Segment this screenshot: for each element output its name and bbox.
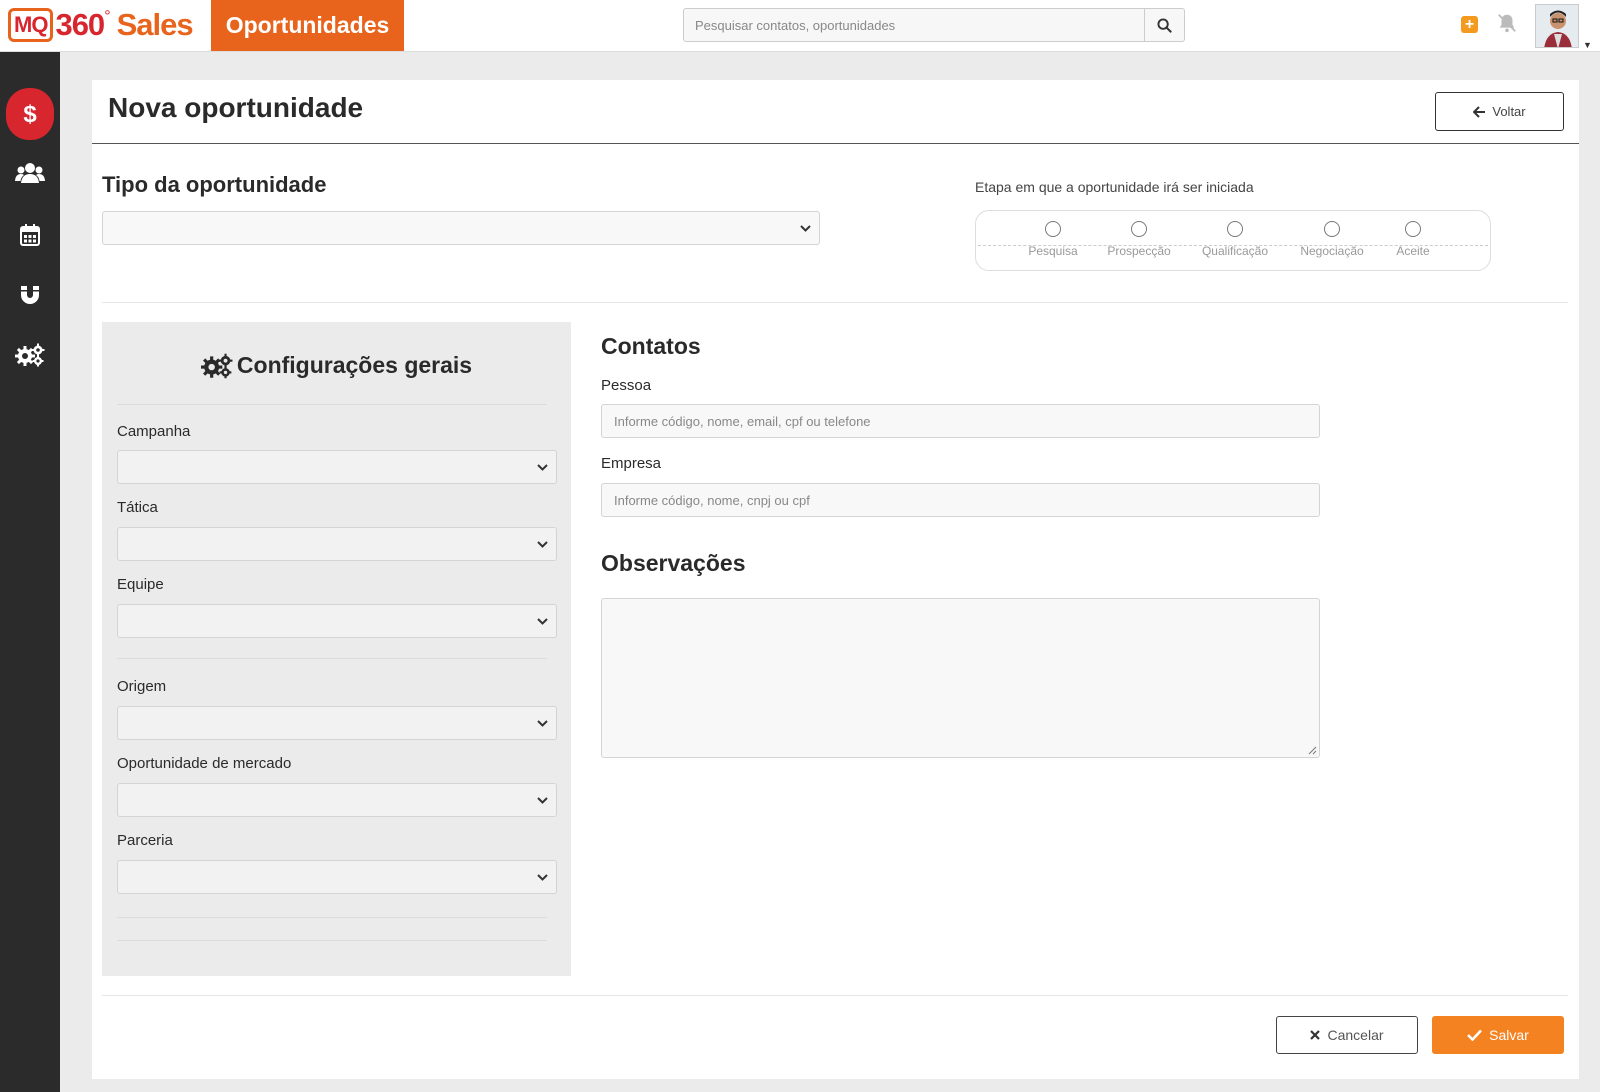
stage-radio[interactable] bbox=[1324, 221, 1340, 237]
svg-text:$: $ bbox=[23, 101, 37, 128]
global-search bbox=[683, 8, 1185, 42]
stage-label: Negociação bbox=[1300, 244, 1364, 258]
stage-radio[interactable] bbox=[1131, 221, 1147, 237]
dollar-icon: $ bbox=[23, 101, 37, 128]
stage-label: Pesquisa bbox=[1028, 244, 1078, 258]
logo-sales: Sales bbox=[116, 7, 194, 42]
observacoes-textarea[interactable] bbox=[601, 598, 1320, 758]
tipo-label: Tipo da oportunidade bbox=[102, 172, 327, 197]
gears-icon bbox=[200, 353, 233, 378]
logo-360: 360 bbox=[55, 7, 105, 42]
back-button[interactable]: Voltar bbox=[1435, 92, 1564, 131]
main-panel: Nova oportunidade Voltar Tipo da oportun… bbox=[92, 80, 1579, 1079]
stage-prospeccao[interactable]: Prospecção bbox=[1094, 221, 1184, 258]
contatos-title: Contatos bbox=[601, 333, 701, 359]
back-button-label: Voltar bbox=[1492, 104, 1526, 119]
config-divider bbox=[117, 917, 547, 918]
avatar[interactable] bbox=[1535, 4, 1579, 48]
config-divider bbox=[117, 940, 547, 941]
logo-mq: MQ bbox=[8, 8, 54, 42]
users-icon bbox=[15, 163, 45, 183]
close-icon bbox=[1310, 1030, 1321, 1040]
footer-divider bbox=[102, 995, 1568, 996]
sidebar-item-configuracoes[interactable] bbox=[7, 332, 53, 378]
equipe-select[interactable] bbox=[117, 604, 557, 638]
cancel-button-label: Cancelar bbox=[1327, 1027, 1384, 1043]
sidebar-item-oportunidades[interactable]: $ bbox=[6, 88, 54, 140]
origem-label: Origem bbox=[117, 678, 167, 695]
pessoa-label: Pessoa bbox=[601, 377, 652, 394]
sidebar: $ bbox=[0, 52, 60, 1092]
stage-radio[interactable] bbox=[1227, 221, 1243, 237]
tatica-label: Tática bbox=[117, 499, 158, 516]
search-input[interactable] bbox=[684, 9, 1144, 41]
parceria-select[interactable] bbox=[117, 860, 557, 894]
empresa-label: Empresa bbox=[601, 455, 662, 472]
etapa-label: Etapa em que a oportunidade irá ser inic… bbox=[975, 179, 1254, 195]
calendar-icon bbox=[20, 224, 40, 246]
sidebar-item-captacao[interactable] bbox=[7, 272, 53, 318]
chevron-down-icon bbox=[537, 797, 548, 804]
stage-pesquisa[interactable]: Pesquisa bbox=[1008, 221, 1098, 258]
tipo-select[interactable] bbox=[102, 211, 820, 245]
config-title: Configurações gerais bbox=[102, 352, 571, 379]
page-title: Nova oportunidade bbox=[108, 92, 364, 123]
stage-negociacao[interactable]: Negociação bbox=[1287, 221, 1377, 258]
stage-label: Aceite bbox=[1396, 244, 1430, 258]
chevron-down-icon[interactable]: ▼ bbox=[1583, 40, 1592, 50]
chevron-down-icon bbox=[537, 874, 548, 881]
stage-qualificacao[interactable]: Qualificação bbox=[1190, 221, 1280, 258]
save-button-label: Salvar bbox=[1489, 1027, 1529, 1043]
config-divider bbox=[117, 658, 547, 659]
app-logo[interactable]: MQ 360 ° Sales bbox=[8, 6, 194, 44]
config-divider bbox=[117, 404, 547, 405]
add-new-icon[interactable]: + bbox=[1461, 16, 1478, 33]
top-bar: MQ 360 ° Sales Oportunidades + ▼ bbox=[0, 0, 1600, 52]
equipe-label: Equipe bbox=[117, 576, 164, 593]
search-button[interactable] bbox=[1144, 9, 1184, 41]
chevron-down-icon bbox=[800, 225, 811, 232]
sidebar-item-contatos[interactable] bbox=[7, 150, 53, 196]
notifications-off-icon[interactable] bbox=[1496, 12, 1518, 39]
logo-degree: ° bbox=[104, 8, 111, 25]
magnet-icon bbox=[21, 286, 39, 304]
config-title-text: Configurações gerais bbox=[236, 352, 473, 378]
oportunidade-mercado-select[interactable] bbox=[117, 783, 557, 817]
etapa-stepper: Pesquisa Prospecção Qualificação Negocia… bbox=[975, 210, 1491, 271]
oportunidade-mercado-label: Oportunidade de mercado bbox=[117, 755, 292, 772]
origem-select[interactable] bbox=[117, 706, 557, 740]
parceria-label: Parceria bbox=[117, 832, 173, 849]
sidebar-item-agenda[interactable] bbox=[7, 212, 53, 258]
stage-radio[interactable] bbox=[1045, 221, 1061, 237]
pessoa-input[interactable] bbox=[601, 404, 1320, 438]
user-avatar-icon bbox=[1536, 5, 1578, 47]
chevron-down-icon bbox=[537, 618, 548, 625]
config-panel: Configurações gerais Campanha Tática Equ… bbox=[102, 322, 571, 976]
search-icon bbox=[1157, 17, 1172, 33]
observacoes-title: Observações bbox=[601, 550, 746, 576]
empresa-input[interactable] bbox=[601, 483, 1320, 517]
section-divider bbox=[102, 302, 1568, 303]
campanha-label: Campanha bbox=[117, 423, 191, 440]
cancel-button[interactable]: Cancelar bbox=[1276, 1016, 1418, 1054]
arrow-left-icon bbox=[1473, 105, 1486, 118]
resize-grip-icon[interactable] bbox=[1308, 746, 1317, 755]
stage-radio[interactable] bbox=[1405, 221, 1421, 237]
stage-label: Prospecção bbox=[1107, 244, 1171, 258]
check-icon bbox=[1467, 1029, 1483, 1041]
stage-aceite[interactable]: Aceite bbox=[1368, 221, 1458, 258]
chevron-down-icon bbox=[537, 464, 548, 471]
stage-label: Qualificação bbox=[1201, 244, 1269, 258]
save-button[interactable]: Salvar bbox=[1432, 1016, 1564, 1054]
module-tab-oportunidades[interactable]: Oportunidades bbox=[211, 0, 404, 51]
campanha-select[interactable] bbox=[117, 450, 557, 484]
chevron-down-icon bbox=[537, 720, 548, 727]
tatica-select[interactable] bbox=[117, 527, 557, 561]
chevron-down-icon bbox=[537, 541, 548, 548]
gears-icon bbox=[15, 343, 45, 367]
title-divider bbox=[92, 143, 1579, 144]
